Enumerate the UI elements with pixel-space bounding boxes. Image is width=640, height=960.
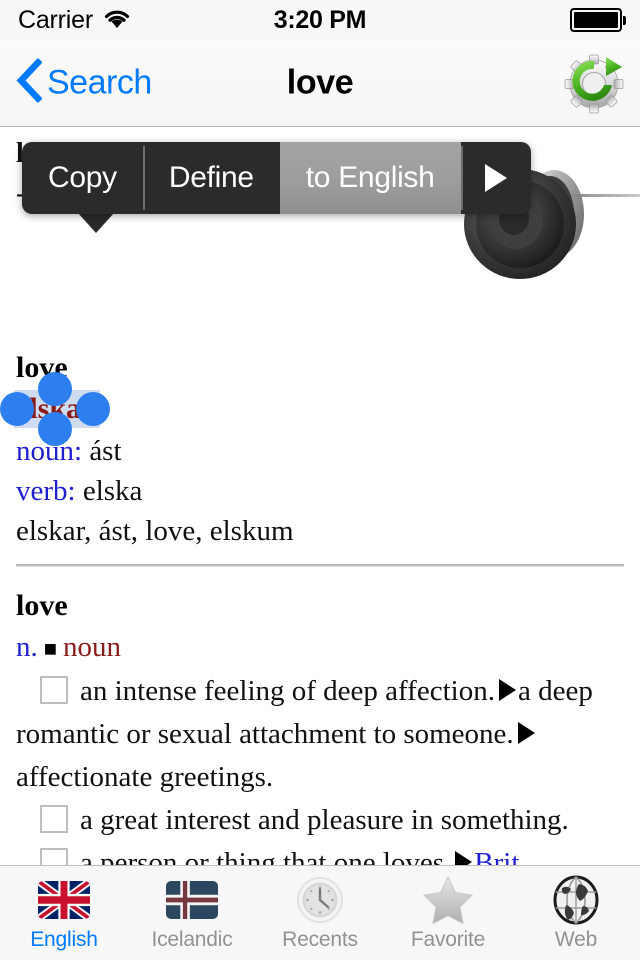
tab-bar: English Icelandic Recents Favorite Web	[0, 865, 640, 960]
edit-menu-next-button[interactable]	[460, 142, 531, 214]
dictionary-definition: love n. ■ noun an intense feeling of deep …	[16, 586, 626, 865]
sense-item-1: an intense feeling of deep affection. a d…	[16, 670, 626, 799]
tab-web-label: Web	[554, 927, 598, 951]
globe-icon	[548, 875, 604, 925]
sense-item-3: a person or thing that one loves.Brit. i…	[16, 842, 626, 865]
section-divider	[16, 564, 624, 567]
status-bar: Carrier 3:20 PM	[0, 0, 640, 40]
define-menu-item[interactable]: Define	[142, 142, 280, 214]
tab-english[interactable]: English	[0, 866, 128, 960]
definition-pos-header: n. ■ noun	[16, 626, 626, 670]
battery-icon	[570, 8, 626, 32]
edit-context-menu: Copy Define to English	[22, 142, 531, 214]
tab-icelandic-label: Icelandic	[151, 927, 233, 951]
definition-scroll-area[interactable]: l - love elska noun: ást verb: elska els…	[0, 128, 640, 865]
pos-square-icon: ■	[43, 636, 58, 661]
entry-verb-label: verb:	[16, 475, 76, 507]
copy-menu-item-label: Copy	[48, 161, 117, 194]
entry-noun-value: ást	[89, 435, 122, 467]
sense-item-2: a great interest and pleasure in somethi…	[16, 799, 626, 842]
tab-favorite[interactable]: Favorite	[384, 866, 512, 960]
uk-flag-icon	[36, 875, 92, 925]
entry-forms: elskar, ást, love, elskum	[16, 515, 294, 547]
selection-handle-top[interactable]	[38, 372, 72, 406]
sub-sense-arrow-icon	[455, 851, 473, 865]
sense-1-text: an intense feeling of deep affection.	[80, 675, 495, 707]
entry-noun-line: noun: ást	[16, 431, 122, 471]
sense-checkbox[interactable]	[40, 676, 68, 704]
sense-checkbox[interactable]	[40, 805, 68, 833]
definition-headword: love	[16, 589, 68, 622]
tab-favorite-label: Favorite	[410, 927, 486, 951]
sense-checkbox[interactable]	[40, 848, 68, 865]
text-selection[interactable]: elska	[0, 372, 110, 446]
tab-icelandic[interactable]: Icelandic	[128, 866, 256, 960]
tab-web[interactable]: Web	[512, 866, 640, 960]
to-english-menu-item[interactable]: to English	[279, 142, 461, 214]
sense-1-sub-2: affectionate greetings.	[16, 761, 274, 793]
gear-refresh-icon[interactable]	[562, 51, 626, 115]
play-arrow-icon	[484, 164, 507, 192]
sub-sense-arrow-icon	[498, 679, 516, 701]
define-menu-item-label: Define	[168, 161, 254, 194]
copy-menu-item[interactable]: Copy	[22, 142, 143, 214]
clock-icon	[292, 875, 348, 925]
sense-2-text: a great interest and pleasure in somethi…	[80, 804, 569, 836]
entry-verb-value: elska	[82, 475, 143, 507]
selection-handle-right[interactable]	[76, 392, 110, 426]
selection-handle-left[interactable]	[0, 392, 34, 426]
sub-sense-arrow-icon	[517, 722, 535, 744]
sense-3-text: a person or thing that one loves.	[80, 847, 452, 865]
star-icon	[420, 875, 476, 925]
app-root: Carrier 3:20 PM Search love l - love els…	[0, 0, 640, 960]
entry-noun-label: noun:	[16, 435, 83, 467]
status-bar-time: 3:20 PM	[273, 5, 367, 34]
edit-menu-tail	[78, 213, 114, 233]
to-english-menu-item-label: to English	[305, 161, 435, 194]
tab-recents[interactable]: Recents	[256, 866, 384, 960]
pos-abbr: n.	[16, 631, 38, 663]
entry-verb-line: verb: elska	[16, 471, 142, 511]
iceland-flag-icon	[164, 875, 220, 925]
navigation-bar: Search love	[0, 40, 640, 127]
page-title: love	[286, 63, 354, 102]
tab-english-label: English	[30, 927, 98, 951]
pos-full: noun	[63, 631, 122, 663]
tab-recents-label: Recents	[282, 927, 358, 951]
